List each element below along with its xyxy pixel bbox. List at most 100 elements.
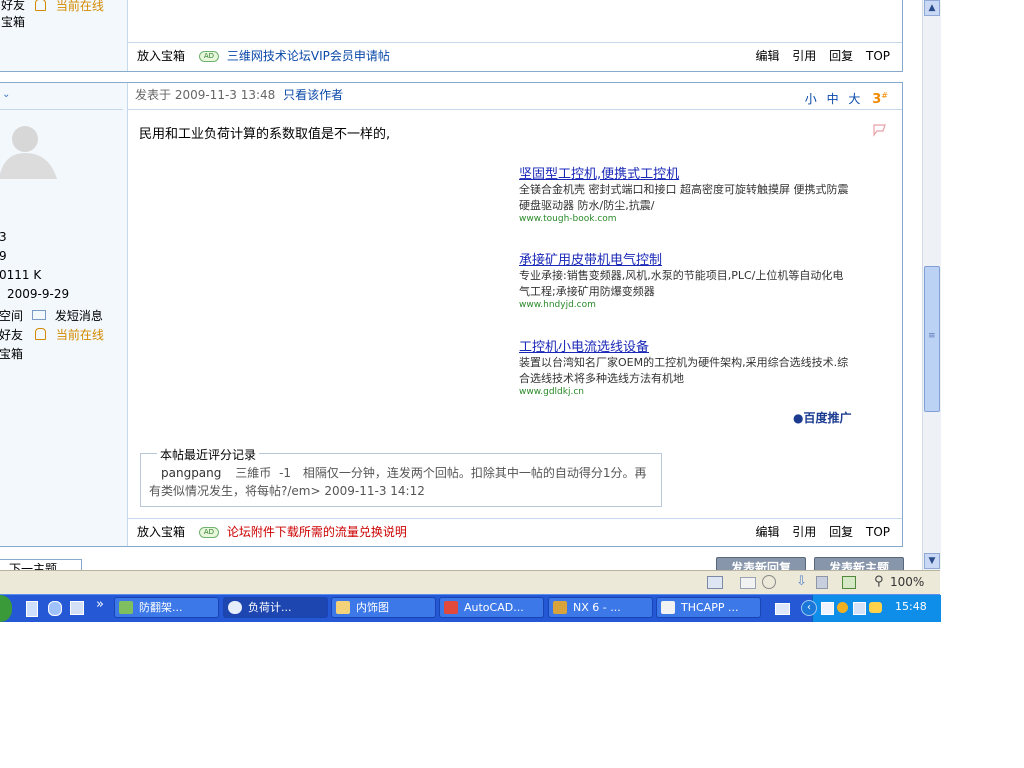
quicklaunch-chevron-icon[interactable]: »	[96, 597, 104, 612]
baidu-promo-link[interactable]: ●百度推广	[793, 409, 852, 426]
rating-currency: 三維币	[235, 466, 272, 480]
next-topic-link[interactable]: 下一主题	[0, 559, 82, 570]
autocad-icon	[444, 601, 458, 614]
browser-icon	[228, 601, 242, 614]
top-link[interactable]: TOP	[866, 49, 890, 63]
post-3: ⌄ 3 9 0111 K 2009-9-29 空间 发短消息 好友 当前在线 宝…	[0, 82, 903, 547]
new-topic-button[interactable]: 发表新主题	[814, 557, 904, 570]
browser-status-bar: ⇩ ⚲ 100%	[0, 570, 940, 595]
previous-post-footer: 放入宝箱 AD 三维网技术论坛VIP会员申请帖 编辑 引用 回复 TOP	[128, 42, 902, 69]
zoom-level[interactable]: 100%	[890, 575, 924, 589]
chevron-down-icon[interactable]: ⌄	[2, 89, 10, 100]
stat-posts: 3	[0, 230, 7, 244]
ad-title-link[interactable]: 坚固型工控机,便携式工控机	[519, 167, 679, 182]
quicklaunch-ie-icon[interactable]	[48, 601, 62, 616]
zoom-icon[interactable]: ⚲	[874, 574, 884, 589]
user-icon	[35, 0, 46, 11]
tray-network-icon[interactable]	[853, 602, 866, 615]
task-button-5[interactable]: NX 6 - ...	[548, 597, 653, 618]
scroll-thumb[interactable]: ≡	[924, 266, 940, 412]
font-size-controls: 小 中 大 3#	[805, 83, 888, 112]
tray-smiley-icon[interactable]	[837, 602, 848, 613]
report-icon[interactable]	[872, 123, 888, 137]
ad-block-1: 坚固型工控机,便携式工控机 全镁合金机壳 密封式端口和接口 超高密度可旋转触摸屏…	[519, 163, 854, 224]
mail-icon	[32, 310, 46, 320]
task-button-6[interactable]: THCAPP ...	[656, 597, 761, 618]
quicklaunch-doc-icon[interactable]	[26, 601, 38, 617]
post-actions: 编辑 引用 回复 TOP	[746, 519, 890, 545]
quicklaunch-desktop-icon[interactable]	[70, 601, 84, 615]
ad-link[interactable]: 三维网技术论坛VIP会员申请帖	[227, 49, 390, 63]
scroll-up-button[interactable]: ▲	[924, 0, 940, 16]
top-link[interactable]: TOP	[866, 525, 890, 539]
space-link[interactable]: 空间	[0, 307, 23, 324]
ad-url[interactable]: www.tough-book.com	[519, 214, 854, 224]
ad-url[interactable]: www.gdldkj.cn	[519, 387, 854, 397]
ad-description: 装置以台湾知名厂家OEM的工控机为硬件架构,采用综合选线技术.综合选线技术将多种…	[519, 356, 849, 385]
block-icon[interactable]	[762, 575, 776, 589]
tray-expand-icon[interactable]: ‹	[801, 600, 817, 616]
rating-user[interactable]: pangpang	[161, 466, 221, 480]
task-button-2[interactable]: 负荷计...	[223, 597, 328, 618]
treasure-box-link[interactable]: 宝箱	[0, 345, 23, 362]
ad-link[interactable]: 论坛附件下载所需的流量兑换说明	[227, 525, 407, 539]
stat-traffic: 0111 K	[0, 268, 42, 282]
task-button-4[interactable]: AutoCAD...	[439, 597, 544, 618]
start-button[interactable]	[0, 595, 12, 622]
font-large-link[interactable]: 大	[848, 92, 860, 106]
rating-reason: 相隔仅一分钟，连发两个回帖。扣除其中一帖的自动得分1分。再有类似情况发生，将每帖…	[149, 466, 647, 498]
font-small-link[interactable]: 小	[805, 92, 817, 106]
rating-legend: 本帖最近评分记录	[157, 446, 260, 463]
scroll-down-button[interactable]: ▼	[924, 553, 940, 569]
thcapp-icon	[661, 601, 675, 614]
author-sidebar: ⌄ 3 9 0111 K 2009-9-29 空间 发短消息 好友 当前在线 宝…	[0, 83, 128, 546]
ad-description: 全镁合金机壳 密封式端口和接口 超高密度可旋转触摸屏 便携式防震硬盘驱动器 防水…	[519, 183, 849, 212]
avatar	[0, 126, 57, 179]
printer-icon[interactable]	[740, 577, 756, 589]
treasure-box-link[interactable]: 宝箱	[1, 13, 25, 30]
vertical-scrollbar[interactable]: ▲ ≡ ▼	[922, 0, 941, 570]
tray-app-icon[interactable]	[821, 602, 834, 615]
folder-icon	[336, 601, 350, 614]
previous-post-sidebar: 好友 当前在线 宝箱	[0, 0, 128, 71]
only-author-link[interactable]: 只看该作者	[283, 88, 343, 102]
tray-shield-icon[interactable]	[869, 602, 882, 613]
quote-link[interactable]: 引用	[792, 49, 816, 63]
rating-record: 本帖最近评分记录 pangpang 三維币 -1 相隔仅一分钟，连发两个回帖。扣…	[140, 446, 662, 507]
reply-link[interactable]: 回复	[829, 49, 853, 63]
task-button-1[interactable]: 防翻架...	[114, 597, 219, 618]
quote-link[interactable]: 引用	[792, 525, 816, 539]
ad-title-link[interactable]: 承接矿用皮带机电气控制	[519, 253, 662, 268]
ad-badge: AD	[198, 51, 220, 62]
reply-button[interactable]: 发表新回复	[716, 557, 806, 570]
font-medium-link[interactable]: 中	[827, 92, 839, 106]
ad-badge: AD	[198, 527, 220, 538]
speaker-icon[interactable]	[816, 576, 828, 589]
download-icon[interactable]: ⇩	[796, 574, 807, 589]
ad-url[interactable]: www.hndyjd.com	[519, 300, 854, 310]
keyboard-icon[interactable]	[775, 603, 790, 615]
edit-link[interactable]: 编辑	[755, 49, 779, 63]
clock[interactable]: 15:48	[895, 600, 927, 613]
browser-viewport: 好友 当前在线 宝箱 放入宝箱 AD 三维网技术论坛VIP会员申请帖 编辑 引用…	[0, 0, 922, 570]
online-status: 当前在线	[35, 0, 104, 14]
add-friend-link[interactable]: 好友	[0, 326, 23, 343]
page-icon[interactable]	[707, 576, 723, 589]
add-friend-link[interactable]: 好友	[1, 0, 25, 13]
post-body-text: 民用和工业负荷计算的系数取值是不一样的,	[139, 127, 391, 142]
rating-entry: pangpang 三維币 -1 相隔仅一分钟，连发两个回帖。扣除其中一帖的自动得…	[149, 464, 654, 500]
ad-title-link[interactable]: 工控机小电流选线设备	[519, 340, 649, 355]
previous-post: 好友 当前在线 宝箱 放入宝箱 AD 三维网技术论坛VIP会员申请帖 编辑 引用…	[0, 0, 903, 72]
system-tray: ‹ 15:48	[801, 595, 941, 622]
post-date: 发表于 2009-11-3 13:48	[135, 88, 276, 102]
send-message-link[interactable]: 发短消息	[32, 307, 103, 324]
task-button-3[interactable]: 内饰图	[331, 597, 436, 618]
edit-link[interactable]: 编辑	[755, 525, 779, 539]
put-in-box-link[interactable]: 放入宝箱	[137, 49, 185, 63]
put-in-box-link[interactable]: 放入宝箱	[137, 525, 185, 539]
grip-icon: ≡	[928, 331, 936, 341]
windows-taskbar: » 防翻架... 负荷计... 内饰图 AutoCAD... NX 6 - ..…	[0, 594, 941, 622]
floor-suffix: #	[881, 91, 888, 100]
reply-link[interactable]: 回复	[829, 525, 853, 539]
security-icon[interactable]	[842, 576, 856, 589]
